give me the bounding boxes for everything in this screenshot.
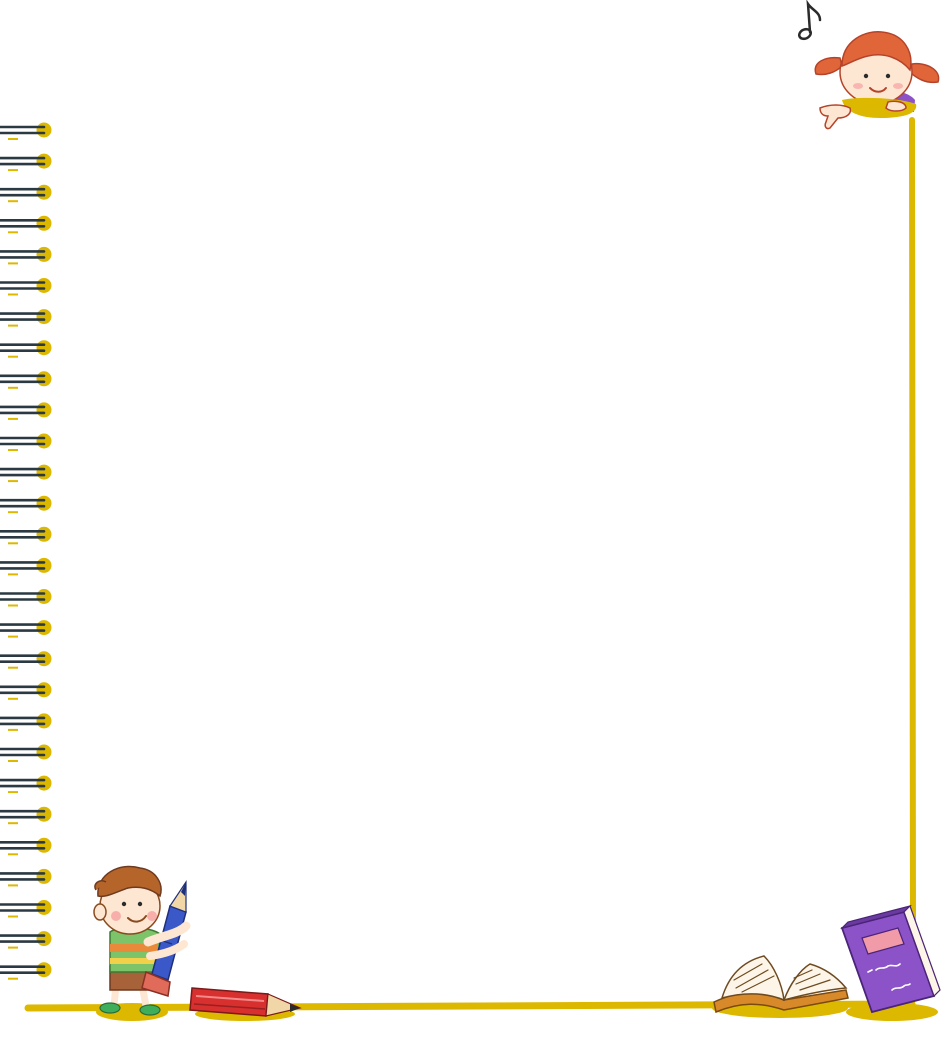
girl-peeking-icon [814, 31, 940, 130]
spiral-ring [0, 620, 52, 638]
spiral-ring [0, 402, 52, 420]
spiral-ring [0, 557, 52, 576]
notebook-page [0, 0, 951, 1038]
spiral-ring [0, 495, 52, 514]
spiral-ring [0, 868, 52, 887]
notebook-canvas [0, 0, 941, 1021]
music-note-icon [797, 0, 822, 41]
spiral-ring [0, 309, 52, 327]
spiral-ring [0, 153, 52, 172]
red-pencil-icon [189, 987, 302, 1021]
spiral-ring [0, 215, 52, 234]
page-border [24, 117, 916, 1012]
spiral-ring [0, 589, 52, 607]
spiral-ring [0, 340, 52, 358]
spiral-ring [0, 184, 52, 203]
spiral-ring [0, 713, 52, 731]
spiral-ring [0, 122, 52, 140]
spiral-ring [0, 775, 52, 794]
spiral-ring [0, 962, 52, 980]
spiral-ring [0, 744, 52, 762]
spiral-ring [0, 433, 52, 451]
spiral-ring [0, 931, 52, 949]
open-book-icon [712, 955, 849, 1018]
spiral-ring [0, 246, 52, 265]
spiral-ring [0, 278, 52, 296]
spiral-ring [0, 526, 52, 545]
spiral-ring [0, 464, 52, 483]
spiral-ring [0, 651, 52, 669]
spiral-ring [0, 837, 52, 856]
spiral-binding-icon [0, 122, 52, 980]
spiral-ring [0, 682, 52, 700]
spiral-ring [0, 371, 52, 389]
boy-hugging-pencil-icon [93, 865, 191, 1021]
spiral-ring [0, 806, 52, 825]
spiral-ring [0, 900, 52, 918]
